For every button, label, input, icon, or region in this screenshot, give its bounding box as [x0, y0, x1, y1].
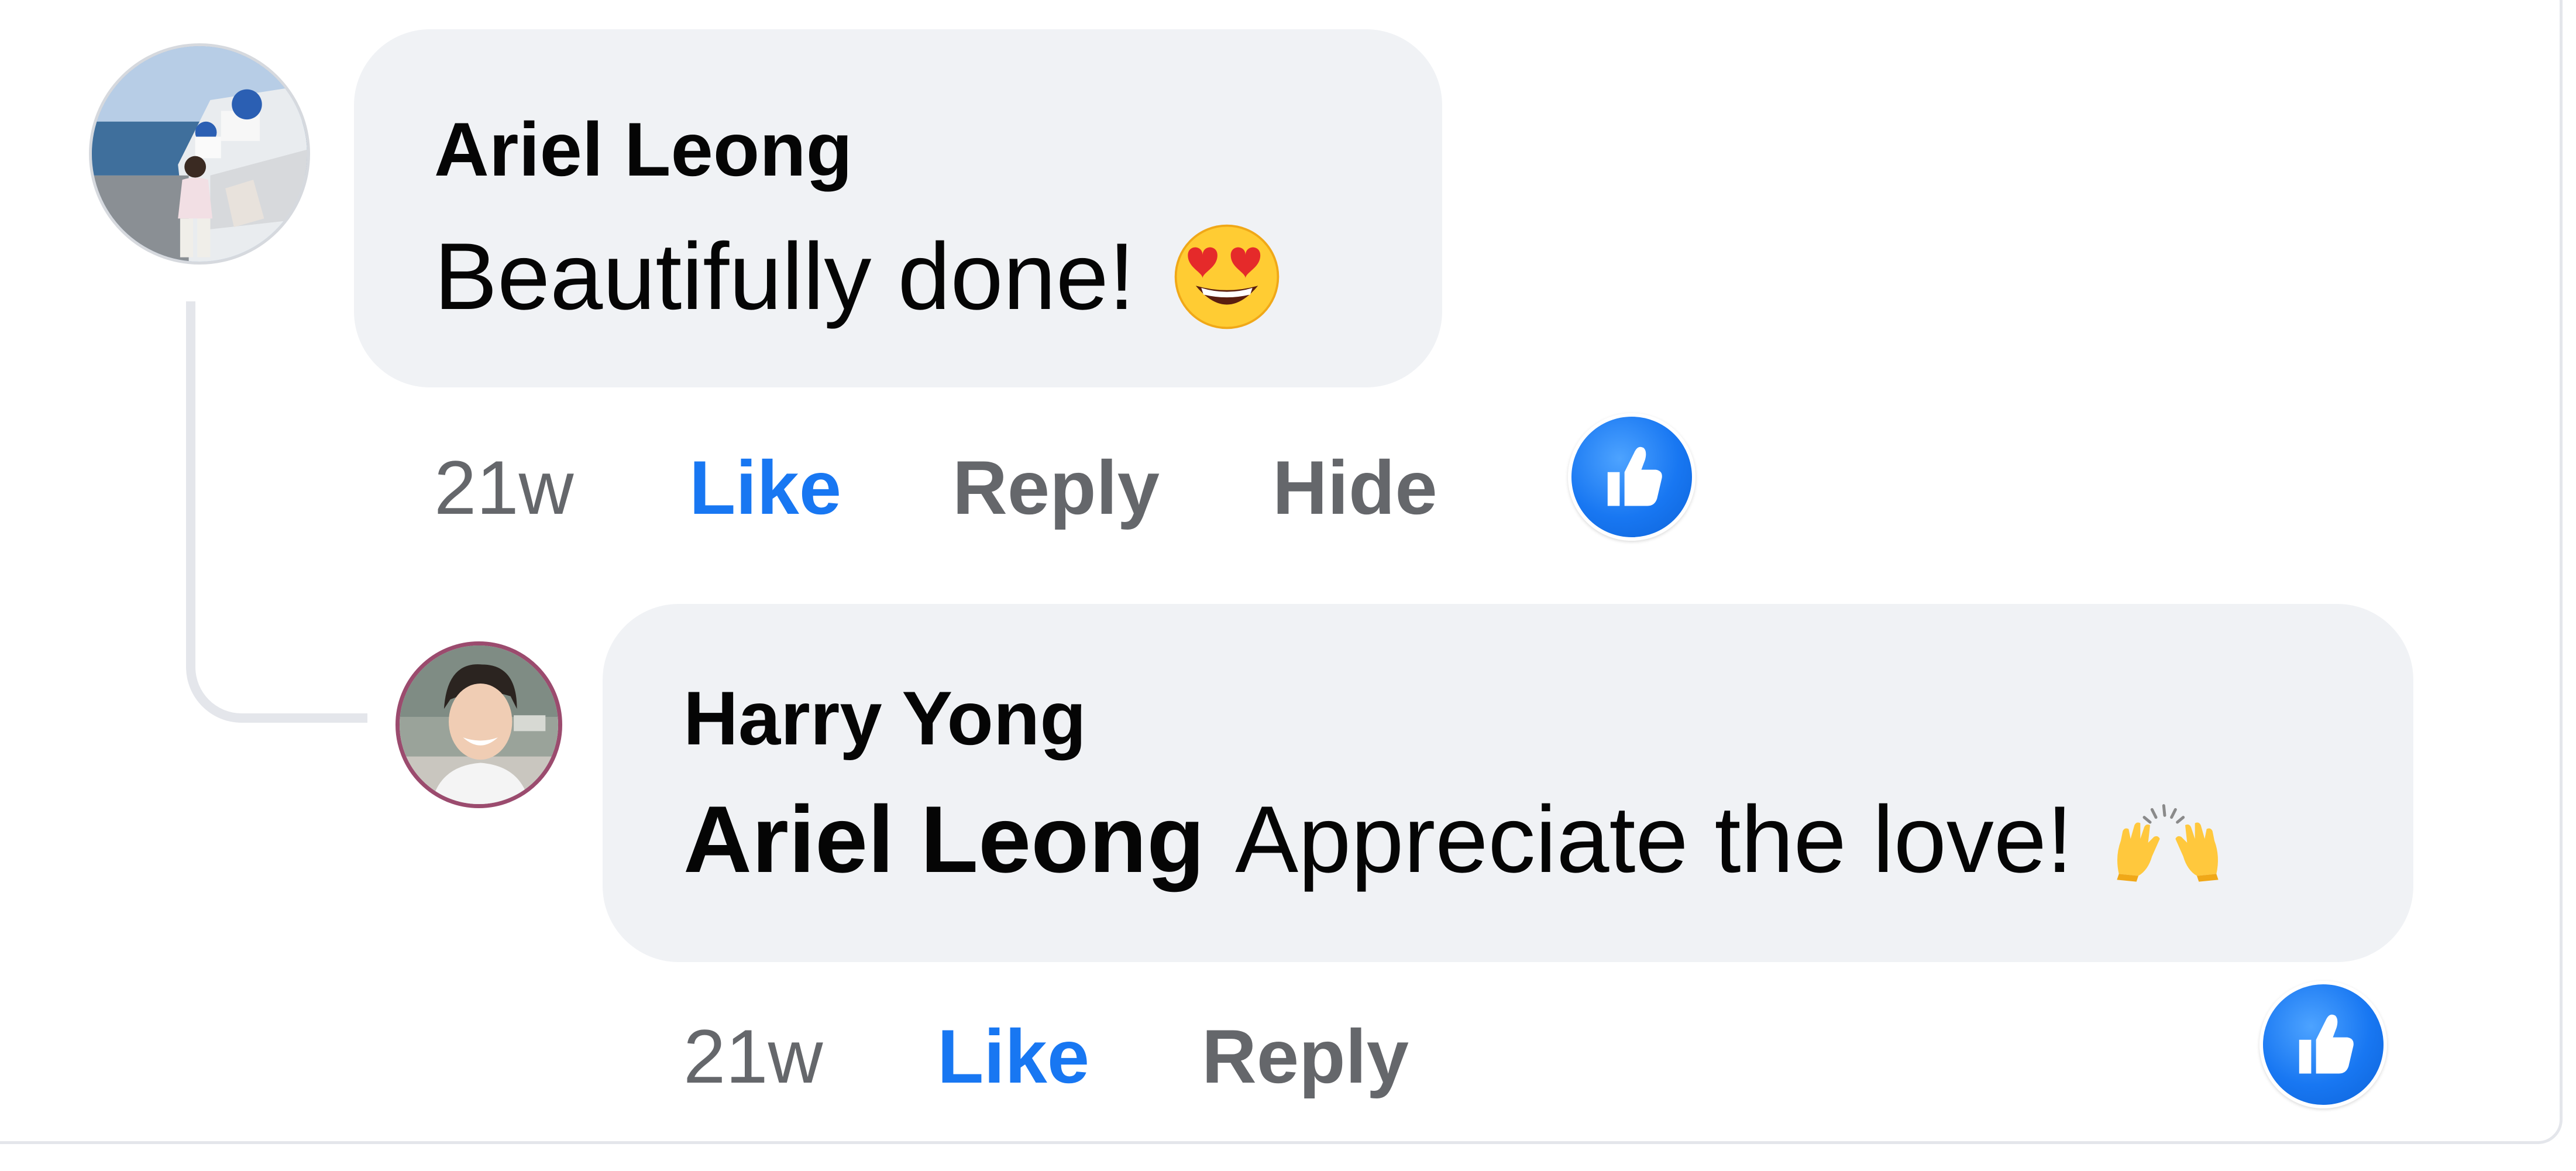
avatar-photo: [400, 645, 558, 804]
comment-bubble: [354, 29, 1442, 387]
like-reaction-icon[interactable]: [2259, 981, 2387, 1108]
comment-body: Beautifully done!: [434, 224, 1135, 329]
comment-author[interactable]: Ariel Leong: [434, 111, 852, 187]
comment-text: Beautifully done!: [434, 221, 1282, 332]
heart-eyes-emoji-icon: [1171, 221, 1282, 332]
raising-hands-emoji-icon: [2109, 796, 2226, 884]
reply-body: Appreciate the love!: [1235, 787, 2073, 892]
mention-tag[interactable]: Ariel Leong: [683, 792, 1205, 887]
reply-timestamp[interactable]: 21w: [683, 1018, 823, 1094]
reply-button[interactable]: Reply: [1202, 1018, 1409, 1094]
reply-button[interactable]: Reply: [952, 449, 1160, 526]
avatar[interactable]: [395, 641, 562, 808]
like-reaction-icon[interactable]: [1568, 413, 1695, 541]
avatar[interactable]: [89, 43, 310, 265]
hide-button[interactable]: Hide: [1272, 449, 1437, 526]
reply-author[interactable]: Harry Yong: [683, 680, 1086, 756]
like-button[interactable]: Like: [937, 1018, 1089, 1094]
comment-timestamp[interactable]: 21w: [434, 449, 573, 526]
reply-bubble: [603, 604, 2413, 962]
avatar-photo: [92, 46, 307, 262]
comment-thread: Ariel Leong Beautifully done! 21w Like R…: [0, 0, 2576, 1171]
reply-text: Ariel Leong Appreciate the love!: [683, 784, 2226, 895]
like-button[interactable]: Like: [689, 449, 841, 526]
reply-thread-connector: [186, 301, 367, 723]
